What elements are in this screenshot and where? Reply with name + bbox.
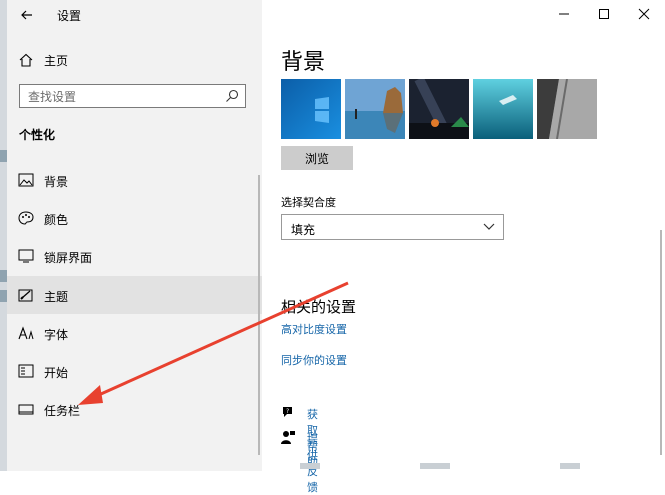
wallpaper-thumb[interactable] [537,79,597,139]
sidebar-item-label: 主题 [44,290,69,304]
theme-icon [18,289,33,302]
sidebar-item-start[interactable]: 开始 [7,352,262,390]
fit-label: 选择契合度 [281,196,336,209]
sidebar-item-background[interactable]: 背景 [7,161,262,199]
back-button[interactable] [17,5,37,25]
minimize-button[interactable] [545,0,583,28]
sidebar-item-label: 开始 [44,366,69,380]
wallpaper-thumb[interactable] [281,79,341,139]
svg-text:?: ? [286,408,289,415]
wallpaper-thumb[interactable] [473,79,533,139]
home-icon [19,53,33,67]
sidebar-item-fonts[interactable]: 字体 [7,314,262,352]
sidebar-item-label: 锁屏界面 [44,251,93,265]
taskbar-icon [18,404,34,415]
search-box[interactable] [19,84,246,108]
close-button[interactable] [625,0,663,28]
edge-mark [420,463,450,469]
main-content: 背景 浏览 选择契合度 填充 相关的设置 高对比度设置 同步你的设置 ? 获取帮… [262,0,665,494]
window-title: 设置 [57,9,82,23]
sidebar-item-label: 字体 [44,328,69,342]
page-title: 背景 [281,50,326,75]
wallpaper-thumb[interactable] [345,79,405,139]
sidebar-item-home[interactable]: 主页 [7,48,262,72]
lock-screen-icon [18,249,34,263]
feedback-person-icon [281,431,295,444]
windows-wallpaper-image [281,79,341,139]
help-chat-icon: ? [283,407,292,417]
maximize-button[interactable] [585,0,623,28]
section-heading: 个性化 [19,128,56,142]
titlebar: 设置 [7,0,262,30]
chevron-down-icon [483,223,495,230]
font-icon [18,326,34,340]
sidebar: 设置 主页 个性化 背景 颜色 锁屏界面 [7,0,262,471]
palette-icon [18,211,34,225]
sidebar-item-label: 任务栏 [44,404,81,418]
search-icon[interactable] [225,89,239,103]
fit-dropdown-value: 填充 [291,223,316,237]
back-arrow-icon [21,10,32,20]
image-icon [18,173,34,187]
main-scrollbar[interactable] [660,230,662,455]
edge-mark [300,463,320,469]
edge-mark [0,150,7,162]
sidebar-item-label: 主页 [44,54,69,68]
sidebar-item-lock-screen[interactable]: 锁屏界面 [7,237,262,275]
sidebar-item-label: 背景 [44,175,69,189]
sidebar-item-label: 颜色 [44,213,69,227]
close-icon [638,8,650,20]
browse-button[interactable]: 浏览 [281,146,353,170]
related-settings-heading: 相关的设置 [281,298,357,316]
window-controls [545,0,665,30]
high-contrast-link[interactable]: 高对比度设置 [281,321,347,337]
search-input[interactable] [26,87,220,107]
rock-wallpaper-image [537,79,597,139]
sidebar-item-taskbar[interactable]: 任务栏 [7,390,262,428]
minimize-icon [559,13,569,15]
fit-dropdown[interactable]: 填充 [281,214,504,240]
sync-settings-link[interactable]: 同步你的设置 [281,352,347,368]
beach-wallpaper-image [345,79,405,139]
maximize-icon [599,9,609,19]
background-window-edge [0,0,7,471]
edge-mark [0,270,7,282]
edge-mark [0,290,7,302]
sidebar-scrollbar[interactable] [258,175,260,455]
start-icon [18,364,34,378]
underwater-wallpaper-image [473,79,533,139]
background-window-bottom [0,461,665,471]
sidebar-item-themes[interactable]: 主题 [7,276,262,314]
wallpaper-thumb[interactable] [409,79,469,139]
edge-mark [560,463,580,469]
night-sky-wallpaper-image [409,79,469,139]
sidebar-item-colors[interactable]: 颜色 [7,199,262,237]
